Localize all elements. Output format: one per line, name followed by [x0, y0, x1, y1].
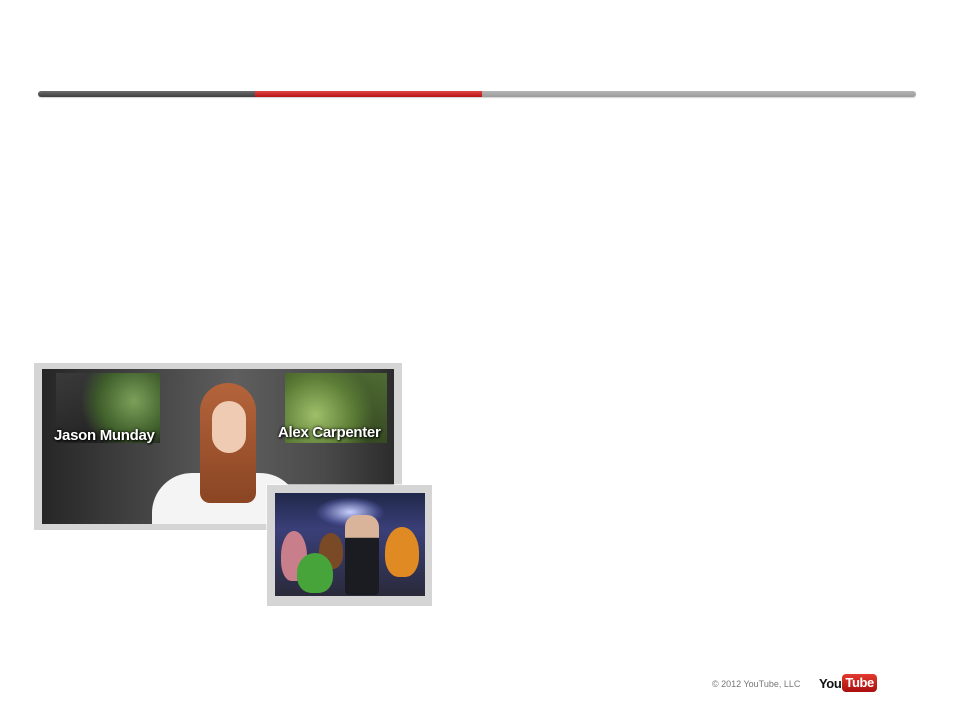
youtube-logo: You Tube [819, 674, 877, 692]
presenter-face [212, 401, 246, 453]
puppet-figure [385, 527, 419, 577]
section-progress-bar [38, 91, 916, 97]
dotted-marker [91, 369, 161, 370]
progress-segment-completed [38, 91, 255, 97]
copyright-text: © 2012 YouTube, LLC [712, 679, 801, 689]
host-figure [345, 515, 379, 595]
small-video-thumbnail [275, 493, 425, 596]
name-label-left: Jason Munday [54, 427, 155, 444]
progress-segment-remaining [482, 91, 916, 97]
name-label-right: Alex Carpenter [278, 424, 381, 441]
puppet-figure [297, 553, 333, 593]
logo-text-you: You [819, 675, 842, 691]
logo-text-tube: Tube [842, 674, 877, 692]
progress-segment-active [255, 91, 482, 97]
small-video-frame [267, 485, 432, 606]
